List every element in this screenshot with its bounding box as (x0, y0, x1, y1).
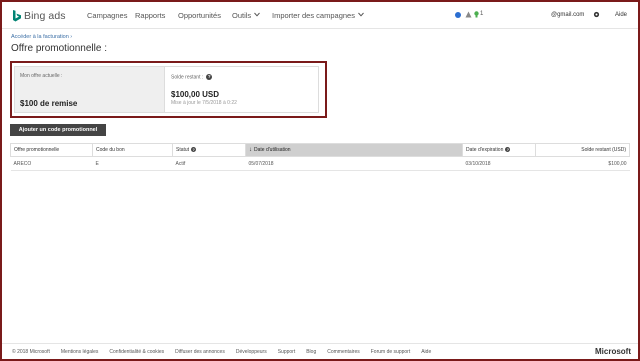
bing-ads-logo[interactable]: Bing ads (13, 9, 66, 23)
col-date-expiration-label: Date d'expiration (466, 147, 504, 153)
nav-importer[interactable]: Importer des campagnes (272, 10, 364, 20)
chevron-down-icon (358, 10, 364, 17)
gear-icon[interactable] (593, 11, 600, 20)
help-icon[interactable]: ? (505, 147, 511, 153)
col-solde[interactable]: Solde restant (USD) (535, 143, 630, 157)
bing-icon (13, 10, 21, 22)
balance-updated-text: Mise à jour le 7/5/2018 à 0:22 (171, 100, 237, 106)
cell-statut: Actif (172, 156, 246, 171)
top-nav: Bing ads Campagnes Rapports Opportunités… (2, 2, 638, 29)
footer-link-help[interactable]: Aide (421, 349, 431, 355)
footer-link-blog[interactable]: Blog (306, 349, 316, 355)
table-header-row: Offre promotionnelle Code du bon Statut?… (10, 143, 630, 157)
cell-date-expiration: 03/10/2018 (462, 156, 536, 171)
nav-rapports[interactable]: Rapports (135, 11, 165, 20)
remaining-balance-panel: Solde restant :? $100,00 USD Mise à jour… (165, 66, 319, 113)
col-offre-label: Offre promotionnelle (14, 147, 60, 153)
window-frame (0, 0, 640, 361)
footer: © 2018 Microsoft Mentions légales Confid… (2, 343, 638, 359)
add-promo-code-button[interactable]: Ajouter un code promotionnel (10, 124, 106, 136)
chevron-down-icon (254, 10, 261, 17)
nav-opportunites[interactable]: Opportunités (178, 11, 221, 20)
sort-down-arrow-icon: ↓ (249, 147, 252, 153)
nav-importer-label: Importer des campagnes (272, 11, 355, 20)
footer-link-mentions[interactable]: Mentions légales (61, 349, 99, 355)
current-offer-panel: Mon offre actuelle : $100 de remise (14, 66, 165, 113)
col-solde-label: Solde restant (USD) (581, 147, 626, 153)
remaining-balance-value: $100,00 USD (171, 90, 220, 99)
remaining-balance-label-text: Solde restant : (171, 74, 204, 81)
cell-offre: ARECO (10, 156, 93, 171)
account-email[interactable]: @gmail.com (551, 12, 584, 18)
footer-link-feedback[interactable]: Commentaires (327, 349, 360, 355)
footer-link-developers[interactable]: Développeurs (236, 349, 267, 355)
table-row: ARECO E Actif 05/07/2018 03/10/2018 $100… (10, 156, 630, 171)
col-statut[interactable]: Statut? (172, 143, 246, 157)
footer-link-ads[interactable]: Diffuser des annonces (175, 349, 225, 355)
nav-outils-label: Outils (232, 11, 252, 20)
col-date-utilisation[interactable]: ↓ Date d'utilisation (245, 143, 463, 157)
nav-outils[interactable]: Outils (232, 10, 261, 20)
help-icon[interactable]: ? (191, 147, 197, 153)
microsoft-logo: Microsoft (595, 347, 631, 356)
current-offer-label: Mon offre actuelle : (20, 73, 63, 79)
page-title: Offre promotionnelle : (11, 43, 107, 54)
footer-link-privacy[interactable]: Confidentialité & cookies (109, 349, 164, 355)
remaining-balance-label: Solde restant :? (171, 74, 213, 81)
col-statut-label: Statut (176, 147, 190, 153)
breadcrumb[interactable]: Accéder à la facturation › (11, 34, 72, 40)
col-code-label: Code du bon (96, 147, 125, 153)
col-code[interactable]: Code du bon (92, 143, 173, 157)
cell-solde: $100,00 (535, 156, 630, 171)
footer-links: © 2018 Microsoft Mentions légales Confid… (12, 349, 442, 355)
col-date-expiration[interactable]: Date d'expiration? (462, 143, 536, 157)
info-icon[interactable] (455, 12, 461, 18)
footer-link-support[interactable]: Support (278, 349, 296, 355)
col-date-utilisation-label: Date d'utilisation (254, 147, 291, 153)
footer-copyright: © 2018 Microsoft (12, 349, 50, 355)
cell-code: E (92, 156, 173, 171)
cell-date-utilisation: 05/07/2018 (245, 156, 463, 171)
col-offre[interactable]: Offre promotionnelle (10, 143, 93, 157)
help-icon[interactable]: ? (206, 74, 213, 80)
promo-offers-table: Offre promotionnelle Code du bon Statut?… (10, 143, 630, 171)
logo-text: Bing ads (24, 10, 66, 22)
help-link[interactable]: Aide (615, 12, 627, 18)
lightbulb-icon[interactable] (474, 11, 479, 20)
footer-link-forum[interactable]: Forum de support (371, 349, 410, 355)
nav-campagnes[interactable]: Campagnes (87, 11, 127, 20)
current-offer-value: $100 de remise (20, 99, 78, 108)
notification-count: 1 (480, 11, 484, 17)
alert-icon[interactable] (465, 11, 472, 20)
